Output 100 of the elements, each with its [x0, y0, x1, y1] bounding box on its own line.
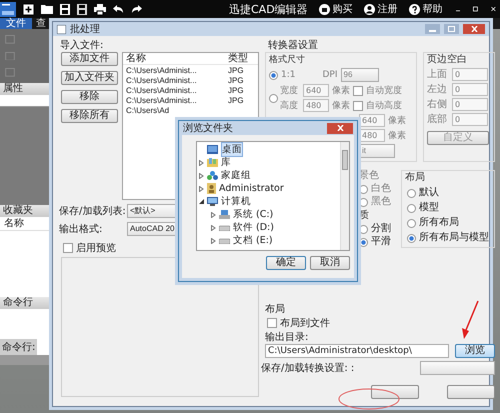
menu-tab[interactable]: 查	[32, 18, 50, 29]
column-header: 类型	[228, 53, 249, 64]
collapsed-arrow-icon[interactable]	[211, 224, 216, 230]
app-logo[interactable]	[0, 2, 16, 16]
collapsed-arrow-icon[interactable]	[211, 212, 216, 218]
field-label: 输出格式:	[58, 222, 104, 236]
maximize-icon[interactable]	[473, 4, 478, 14]
new-file-icon[interactable]	[23, 4, 34, 14]
close-icon	[470, 26, 478, 32]
field-label: 底部	[427, 114, 448, 126]
checkbox[interactable]	[267, 318, 277, 328]
menu-tab[interactable]: 文件	[0, 18, 32, 29]
field-label: 保存/加载转换设置: :	[261, 362, 354, 375]
file-type-cell-text: JPG	[228, 76, 245, 86]
file-path-cell[interactable]: C:\Users\Ad	[126, 106, 228, 116]
tree-item[interactable]: 系统 (C:)	[197, 208, 340, 221]
dialog-title: 批处理	[70, 22, 100, 36]
tree-item[interactable]: Administrator	[197, 182, 340, 195]
folder-icon[interactable]	[41, 4, 53, 14]
save-icon[interactable]	[60, 4, 70, 14]
tree-item[interactable]: 文档 (E:)	[197, 234, 340, 247]
collapsed-arrow-icon[interactable]	[199, 160, 204, 166]
unit-label: 像素	[388, 114, 406, 126]
column-header: 名称	[126, 53, 147, 64]
radio-button[interactable]	[407, 234, 416, 242]
drive-icon	[219, 224, 230, 230]
field-label: 保存/加载列表:	[58, 204, 127, 218]
dialog-title: 浏览文件夹	[183, 122, 233, 135]
dialog-button[interactable]	[447, 385, 495, 399]
command-input[interactable]	[37, 339, 50, 355]
unit-label: 像素	[332, 100, 350, 112]
app-title: 迅捷CAD编辑器	[229, 2, 308, 16]
dialog-button[interactable]	[371, 385, 419, 399]
import-button[interactable]: 移除	[61, 90, 118, 104]
file-path-cell[interactable]: C:\Users\Administ...	[126, 66, 228, 76]
save-as-icon[interactable]	[77, 4, 87, 14]
account-link[interactable]: 购买	[318, 2, 353, 16]
app-icon	[57, 24, 66, 34]
radio-label: 默认	[419, 187, 439, 199]
dialog-button[interactable]: 确定	[266, 256, 306, 270]
tree-item[interactable]: 计算机	[197, 195, 340, 208]
collapsed-arrow-icon[interactable]	[199, 186, 204, 192]
radio-label: 1:1	[281, 69, 296, 81]
radio-button[interactable]	[407, 188, 416, 198]
redo-icon[interactable]	[131, 4, 142, 14]
checkbox-label: 布局到文件	[280, 316, 330, 330]
radio-label: 模型	[419, 202, 439, 214]
minimize-button[interactable]	[425, 24, 440, 34]
tree-item[interactable]: 库	[197, 156, 340, 169]
user-folder-icon	[207, 183, 216, 194]
import-button[interactable]: 移除所有	[61, 109, 118, 123]
network-icon	[207, 171, 218, 180]
checkbox-label: 启用预览	[76, 242, 116, 255]
tree-item[interactable]: 桌面	[197, 143, 340, 156]
settings-dropdown[interactable]	[420, 361, 495, 375]
computer-icon	[207, 197, 218, 206]
collapsed-arrow-icon[interactable]	[199, 172, 204, 178]
tree-item[interactable]: 软件 (D:)	[197, 221, 340, 234]
output-path-field[interactable]: C:\Users\Administrator\desktop\	[265, 344, 449, 358]
collapsed-arrow-icon[interactable]	[211, 238, 216, 244]
file-path-cell[interactable]: C:\Users\Administ...	[126, 86, 228, 96]
radio-label: 黑色	[371, 196, 391, 208]
radio-button[interactable]	[407, 204, 416, 212]
radio-label: 所有布局	[419, 217, 459, 229]
annotation-arrow	[460, 300, 480, 340]
import-button[interactable]: 加入文件夹	[61, 71, 118, 85]
maximize-icon	[448, 26, 455, 32]
radio-label: 分割	[371, 223, 391, 235]
scrollbar[interactable]	[340, 142, 349, 250]
group-title: 格式尺寸	[269, 54, 306, 66]
file-type-cell-text: JPG	[228, 66, 245, 76]
radio-button[interactable]	[407, 218, 416, 228]
maximize-button[interactable]	[444, 24, 459, 34]
system-drive-icon	[219, 210, 230, 219]
unit-label: 像素	[332, 84, 350, 96]
account-link[interactable]: 帮助	[408, 2, 443, 16]
import-button[interactable]: 添加文件	[61, 52, 118, 66]
file-path-cell[interactable]: C:\Users\Administ...	[126, 96, 228, 106]
undo-icon[interactable]	[113, 4, 124, 14]
close-button[interactable]	[463, 24, 485, 34]
annotation-ellipse	[338, 388, 400, 410]
tree-item[interactable]: 家庭组	[197, 169, 340, 182]
dialog-button[interactable]: 取消	[310, 256, 350, 270]
print-icon[interactable]	[94, 4, 106, 14]
field-label: 输出目录:	[265, 332, 310, 344]
close-icon	[336, 125, 344, 131]
checkbox[interactable]	[63, 243, 73, 253]
group-title: 布局	[405, 172, 426, 184]
field-label: 上面	[427, 68, 448, 80]
radio-label: 平滑	[371, 236, 391, 248]
property-field	[0, 95, 50, 107]
browse-button[interactable]: 浏览	[455, 344, 495, 358]
close-button[interactable]	[327, 122, 353, 134]
field-label: 左边	[427, 84, 448, 96]
close-icon[interactable]	[491, 4, 496, 14]
expanded-arrow-icon[interactable]	[199, 199, 204, 204]
file-path-cell[interactable]: C:\Users\Administ...	[126, 76, 228, 86]
account-link[interactable]: 注册	[364, 2, 398, 16]
field-label: 高度	[280, 100, 299, 112]
library-icon	[207, 158, 218, 167]
